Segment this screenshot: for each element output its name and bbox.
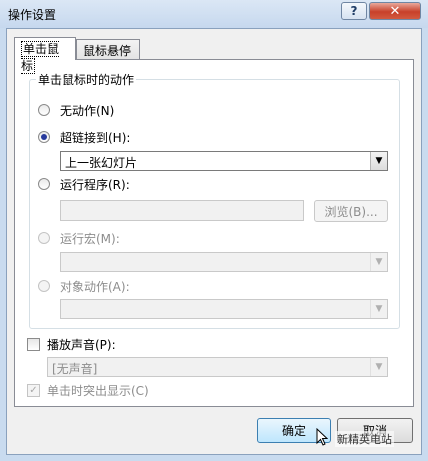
radio-run-program[interactable] — [38, 178, 50, 190]
tab-mouse-over-label: 鼠标悬停 — [83, 44, 132, 58]
radio-run-program-label[interactable]: 运行程序(R): — [60, 176, 130, 193]
sound-select-value: [无声音] — [52, 362, 98, 376]
object-action-select[interactable]: ▼ — [60, 299, 388, 319]
watermark-text: 新精英电站 — [335, 431, 394, 447]
radio-selected-dot — [41, 134, 47, 140]
play-sound-checkbox[interactable] — [27, 338, 40, 351]
window-title: 操作设置 — [8, 8, 57, 22]
radio-hyperlink-label[interactable]: 超链接到(H): — [60, 129, 130, 146]
hyperlink-select-value: 上一张幻灯片 — [65, 156, 138, 170]
hyperlink-select[interactable]: 上一张幻灯片 ▼ — [60, 151, 388, 171]
help-button[interactable]: ? — [341, 2, 367, 20]
run-program-input[interactable] — [60, 200, 304, 221]
radio-none-label[interactable]: 无动作(N) — [60, 102, 114, 119]
chevron-down-icon: ▼ — [370, 253, 387, 271]
radio-run-macro-label: 运行宏(M): — [60, 232, 120, 246]
chevron-down-icon[interactable]: ▼ — [370, 152, 387, 170]
play-sound-label[interactable]: 播放声音(P): — [47, 336, 116, 353]
close-button[interactable]: ✕ — [369, 2, 421, 20]
radio-none[interactable] — [38, 104, 50, 116]
tab-mouse-over[interactable]: 鼠标悬停 — [76, 39, 140, 60]
radio-object-action-label: 对象动作(A): — [60, 280, 130, 294]
group-title: 单击鼠标时的动作 — [36, 71, 137, 88]
mouse-cursor-icon — [316, 428, 328, 446]
sound-select[interactable]: [无声音] ▼ — [47, 357, 388, 377]
tab-mouse-click[interactable]: 单击鼠标 — [14, 37, 76, 74]
browse-button[interactable]: 浏览(B)... — [314, 200, 388, 222]
highlight-click-label: 单击时突出显示(C) — [47, 384, 149, 398]
radio-object-action[interactable] — [38, 280, 50, 292]
radio-hyperlink[interactable] — [38, 131, 50, 143]
highlight-click-checkbox[interactable]: ✓ — [27, 384, 40, 397]
chevron-down-icon: ▼ — [370, 358, 387, 376]
chevron-down-icon: ▼ — [370, 300, 387, 318]
radio-run-macro[interactable] — [38, 232, 50, 244]
run-macro-select[interactable]: ▼ — [60, 252, 388, 272]
